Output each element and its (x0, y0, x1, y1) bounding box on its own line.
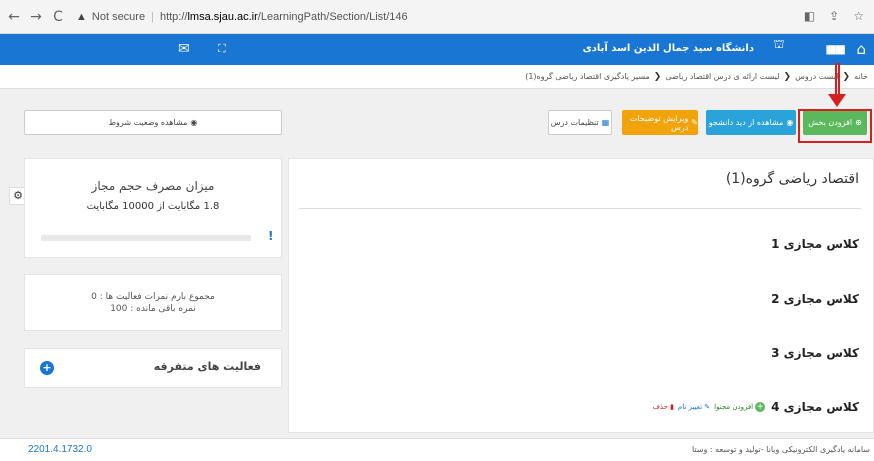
section-actions: + افزودن محتوا ✎ تغییر نام ▮ حذف (653, 402, 766, 412)
forward-button[interactable]: → (28, 9, 44, 25)
breadcrumb-item-home[interactable]: خانه (854, 72, 868, 81)
share-icon[interactable]: ⇪ (829, 9, 839, 23)
section-title: کلاس مجازی 4 (771, 400, 859, 414)
course-title: اقتصاد ریاضی گروه(1) (725, 171, 859, 187)
translate-icon[interactable]: ◧ (804, 9, 815, 23)
warning-icon: ▲ (76, 10, 87, 23)
version-number: 2201.4.1732.0 (28, 444, 92, 455)
table-icon: ▦ (601, 118, 610, 127)
annotation-arrow-head (828, 94, 846, 107)
eye-icon: ◉ (786, 118, 794, 127)
url-prefix: http:// (159, 10, 188, 23)
usage-amount: 1.8 مگابایت از 10000 مگابایت (86, 201, 220, 212)
breadcrumb-item-offerings[interactable]: لیست ارائه ی درس اقتصاد ریاضی (665, 72, 779, 81)
pencil-icon: ✎ (704, 403, 711, 411)
url-host: lmsa.sjau.ac.ir (187, 10, 258, 23)
footer-credit: سامانه یادگیری الکترونیکی ویانا -تولید و… (691, 445, 870, 454)
add-content-link[interactable]: + افزودن محتوا (714, 402, 766, 412)
fullscreen-icon[interactable]: ⛶ (218, 42, 226, 56)
section-row[interactable]: کلاس مجازی 4 + افزودن محتوا ✎ تغییر نام … (653, 400, 859, 414)
edit-description-button[interactable]: ✎ ویرایش توضیحات درس (622, 110, 698, 135)
chevron-left-icon: ❮ (653, 71, 662, 82)
edit-description-label: ویرایش توضیحات درس (629, 113, 689, 132)
breadcrumb-item-current: مسیر یادگیری اقتصاد ریاضی گروه(1) (525, 72, 650, 81)
plus-circle-icon[interactable]: + (40, 361, 54, 375)
section-row[interactable]: کلاس مجازی 3 (771, 346, 859, 360)
reload-button[interactable]: C (50, 9, 66, 25)
view-conditions-button[interactable]: ◉ مشاهده وضعیت شروط (24, 110, 282, 135)
browser-toolbar: ← → C ▲ Not secure | http:// lmsa.sjau.a… (0, 0, 874, 34)
exclamation-icon: ! (268, 229, 274, 243)
mail-icon[interactable]: ✉ (178, 41, 190, 57)
trash-icon: ▮ (670, 403, 674, 411)
university-logo-icon: ⛫ (773, 37, 785, 51)
breadcrumb-item-courses[interactable]: لیست دروس (795, 72, 838, 81)
site-header: ⌂ ■■ ⛫ دانشگاه سید جمال الدین اسد آبادی … (0, 34, 874, 65)
eye-icon: ◉ (190, 118, 198, 127)
student-view-button[interactable]: ◉ مشاهده از دید دانشجو (706, 110, 796, 135)
home-icon[interactable]: ⌂ (856, 40, 866, 58)
course-settings-label: تنظیمات درس (550, 118, 599, 127)
rename-label: تغییر نام (678, 403, 703, 411)
misc-activities-title: فعالیت های متفرقه (153, 360, 261, 373)
url-separator: | (151, 10, 154, 23)
student-view-label: مشاهده از دید دانشجو (708, 118, 784, 127)
usage-progress-bar (41, 235, 251, 241)
plus-circle-icon: + (755, 402, 766, 412)
university-name: دانشگاه سید جمال الدین اسد آبادی (582, 43, 754, 54)
view-conditions-label: مشاهده وضعیت شروط (108, 118, 188, 127)
section-title: کلاس مجازی 1 (771, 237, 859, 251)
course-settings-button[interactable]: ▦ تنظیمات درس (548, 110, 612, 135)
section-row[interactable]: کلاس مجازی 1 (771, 237, 859, 251)
delete-link[interactable]: ▮ حذف (653, 403, 674, 411)
chevron-left-icon: ❮ (783, 71, 792, 82)
url-path: /LearningPath/Section/List/146 (257, 10, 408, 23)
section-title: کلاس مجازی 3 (771, 346, 859, 360)
section-title: کلاس مجازی 2 (771, 292, 859, 306)
storage-usage-card: میزان مصرف حجم مجاز 1.8 مگابایت از 10000… (24, 158, 282, 258)
menu-grid-icon[interactable]: ■■ (825, 42, 846, 56)
rename-link[interactable]: ✎ تغییر نام (678, 403, 710, 411)
pencil-icon: ✎ (691, 118, 698, 127)
total-scores: مجموع بارم نمرات فعالیت ها : 0 (91, 292, 215, 302)
address-bar[interactable]: ▲ Not secure | http:// lmsa.sjau.ac.ir /… (76, 11, 408, 23)
title-divider (299, 208, 861, 209)
breadcrumb: خانه ❮ لیست دروس ❮ لیست ارائه ی درس اقتص… (0, 65, 874, 89)
star-icon[interactable]: ☆ (853, 9, 864, 23)
add-content-label: افزودن محتوا (714, 403, 754, 411)
page-footer: 2201.4.1732.0 سامانه یادگیری الکترونیکی … (0, 438, 874, 461)
remaining-score: نمره باقی مانده : 100 (110, 304, 196, 314)
scores-card: مجموع بارم نمرات فعالیت ها : 0 نمره باقی… (24, 274, 282, 331)
action-toolbar: ⊕ افزودن بخش ◉ مشاهده از دید دانشجو ✎ وی… (0, 110, 874, 143)
security-label: Not secure (91, 10, 146, 23)
browser-actions: ◧ ⇪ ☆ (804, 9, 864, 23)
delete-label: حذف (652, 403, 668, 411)
annotation-highlight-box (798, 109, 872, 143)
section-row[interactable]: کلاس مجازی 2 (771, 292, 859, 306)
usage-title: میزان مصرف حجم مجاز (91, 179, 215, 193)
chevron-left-icon: ❮ (842, 71, 851, 82)
misc-activities-card: فعالیت های متفرقه + (24, 348, 282, 388)
back-button[interactable]: ← (6, 9, 22, 25)
learning-path-panel: اقتصاد ریاضی گروه(1) کلاس مجازی 1 کلاس م… (288, 158, 874, 433)
